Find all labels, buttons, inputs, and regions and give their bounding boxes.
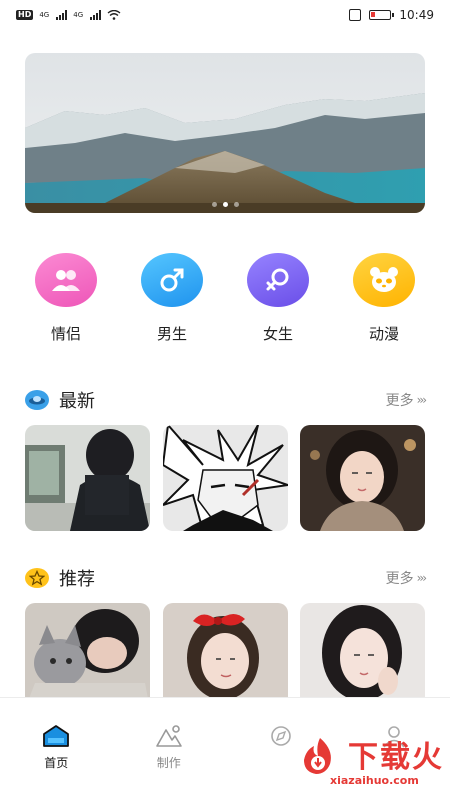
category-couple[interactable]: 情侣 xyxy=(20,253,112,344)
chevron-right-icon: ››› xyxy=(416,571,428,585)
banner-image xyxy=(25,53,425,213)
carousel-dot-active[interactable] xyxy=(222,202,228,207)
watermark: 下载火 xiazaihuo.com xyxy=(294,730,444,794)
watermark-domain: xiazaihuo.com xyxy=(330,774,419,787)
category-label: 动漫 xyxy=(368,325,399,343)
male-icon xyxy=(141,253,203,307)
vibrate-icon xyxy=(349,9,362,21)
chevron-right-icon: ››› xyxy=(416,393,428,407)
recommend-thumbnails xyxy=(25,603,425,697)
latest-thumbnails xyxy=(25,425,425,531)
carousel-dots xyxy=(25,202,425,207)
section-title: 最新 xyxy=(59,391,95,412)
star-icon xyxy=(25,568,49,588)
wifi-icon xyxy=(107,10,121,20)
wallpaper-thumbnail[interactable] xyxy=(300,425,425,531)
wallpaper-thumbnail[interactable] xyxy=(25,425,150,531)
signal-icon xyxy=(56,10,68,20)
category-anime[interactable]: 动漫 xyxy=(338,253,430,344)
section-recommend-header: 推荐 更多 ››› xyxy=(25,565,428,591)
category-female[interactable]: 女生 xyxy=(232,253,324,344)
carousel-dot[interactable] xyxy=(233,202,239,207)
tab-label: 首页 xyxy=(44,756,69,770)
panda-icon xyxy=(353,253,415,307)
fire-logo-icon xyxy=(304,738,331,774)
category-male[interactable]: 男生 xyxy=(126,253,218,344)
ufo-icon xyxy=(25,390,49,410)
category-label: 女生 xyxy=(262,325,293,343)
category-label: 情侣 xyxy=(50,325,81,343)
category-label: 男生 xyxy=(156,325,187,343)
more-link-latest[interactable]: 更多 ››› xyxy=(385,390,428,410)
battery-icon xyxy=(369,10,395,20)
more-label: 更多 xyxy=(385,393,414,409)
status-left: HD 4G 4G xyxy=(16,10,121,20)
network-type-label: 4G xyxy=(39,11,50,19)
wallpaper-thumbnail[interactable] xyxy=(300,603,425,697)
banner-carousel[interactable] xyxy=(25,53,425,213)
watermark-title: 下载火 xyxy=(348,740,444,775)
wallpaper-thumbnail[interactable] xyxy=(162,425,288,531)
section-latest-header: 最新 更多 ››› xyxy=(25,387,428,413)
status-right: 10:49 xyxy=(349,8,434,22)
network-type-label: 4G xyxy=(73,11,84,19)
tab-home[interactable]: 首页 xyxy=(0,698,113,800)
create-icon xyxy=(155,725,182,747)
hd-badge: HD xyxy=(16,10,34,20)
female-icon xyxy=(247,253,309,307)
carousel-dot[interactable] xyxy=(211,202,217,207)
category-row: 情侣 男生 女生 动漫 xyxy=(20,253,430,344)
signal-icon xyxy=(90,10,102,20)
section-title: 推荐 xyxy=(59,569,95,590)
couple-icon xyxy=(35,253,97,307)
wallpaper-thumbnail[interactable] xyxy=(162,603,288,697)
clock: 10:49 xyxy=(399,8,434,22)
home-icon xyxy=(43,725,70,747)
more-link-recommend[interactable]: 更多 ››› xyxy=(385,568,428,588)
tab-label: 制作 xyxy=(156,756,181,770)
wallpaper-thumbnail[interactable] xyxy=(25,603,150,697)
explore-icon xyxy=(271,726,292,746)
tab-create[interactable]: 制作 xyxy=(113,698,226,800)
more-label: 更多 xyxy=(385,571,414,587)
status-bar: HD 4G 4G 10:49 xyxy=(0,0,450,30)
